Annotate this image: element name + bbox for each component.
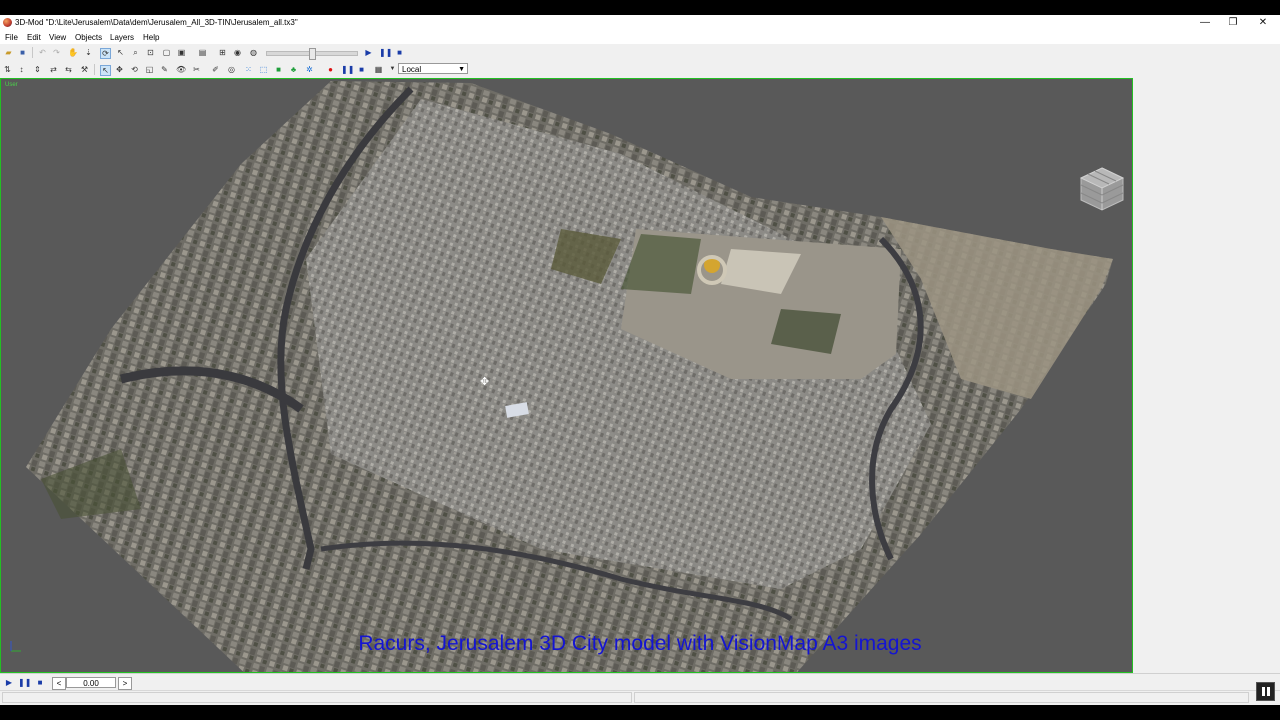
chevron-down-icon[interactable]: ▼ xyxy=(388,65,397,74)
redo-icon[interactable]: ↷ xyxy=(52,48,61,57)
coordinate-system-value: Local xyxy=(402,65,422,74)
move-icon[interactable]: ✥ xyxy=(115,65,124,74)
play-icon[interactable]: ▶ xyxy=(3,677,15,688)
status-field xyxy=(2,692,632,703)
window-icon[interactable]: ▤ xyxy=(198,48,207,57)
edit-vertex-icon[interactable]: ✎ xyxy=(160,65,169,74)
move-cursor-icon: ✥ xyxy=(480,376,490,388)
edit-toolbar: ⇅ ↕ ⇕ ⇄ ⇆ ⚒ ↖ ✥ ⟲ ◱ ✎ 👁 ✂ ✐ ◎ ⁙ ⬚ ■ ♣ ✲ … xyxy=(0,61,1280,79)
play-icon[interactable]: ▶ xyxy=(364,48,373,57)
align-icon[interactable]: ⇅ xyxy=(3,65,12,74)
split-icon[interactable]: ⇄ xyxy=(49,65,58,74)
settings-icon[interactable]: ✲ xyxy=(305,65,314,74)
surface-icon[interactable]: ■ xyxy=(274,65,283,74)
undo-icon[interactable]: ↶ xyxy=(38,48,47,57)
scale-icon[interactable]: ◱ xyxy=(145,65,154,74)
title-bar: 3D-Mod "D:\Lite\Jerusalem\Data\dem\Jerus… xyxy=(0,15,1280,31)
video-caption: Racurs, Jerusalem 3D City model with Vis… xyxy=(358,632,922,655)
merge-icon[interactable]: ⇆ xyxy=(64,65,73,74)
slider-thumb[interactable] xyxy=(309,48,316,60)
points-icon[interactable]: ⁙ xyxy=(244,65,253,74)
coord-system-icon[interactable]: ▦ xyxy=(374,65,383,74)
cut-icon[interactable]: ✂ xyxy=(192,65,201,74)
elevate-icon[interactable]: ⇕ xyxy=(33,65,42,74)
restore-button[interactable]: ❐ xyxy=(1224,17,1242,29)
pan-icon[interactable]: ✋ xyxy=(68,48,78,57)
visibility-icon[interactable]: 👁 xyxy=(176,65,186,74)
zoom-icon[interactable]: ⌕ xyxy=(131,48,140,57)
view-cube-icon[interactable] xyxy=(1079,166,1125,212)
dropdown-arrow-icon: ▼ xyxy=(458,66,465,73)
toolbar-separator xyxy=(94,64,95,75)
fit-view-icon[interactable]: ▢ xyxy=(162,48,171,57)
stop-icon[interactable]: ■ xyxy=(395,48,404,57)
main-toolbar: ▰ ■ ↶ ↷ ✋ ⇣ ⟳ ↖ ⌕ ⊡ ▢ ▣ ▤ ⊞ ◉ ◍ ▶ ❚❚ ■ xyxy=(0,44,1280,61)
menu-file[interactable]: File xyxy=(5,33,18,42)
stop-record-icon[interactable]: ■ xyxy=(357,65,366,74)
menu-edit[interactable]: Edit xyxy=(27,33,41,42)
eye-icon[interactable]: ◎ xyxy=(227,65,236,74)
3d-viewport[interactable]: User ✥ xyxy=(0,78,1133,673)
tools-icon[interactable]: ⚒ xyxy=(80,65,89,74)
next-frame-button[interactable]: > xyxy=(118,677,132,690)
menu-view[interactable]: View xyxy=(49,33,66,42)
playback-bar: ▶ ❚❚ ■ < 0.00 > xyxy=(0,673,1280,691)
prev-frame-button[interactable]: < xyxy=(52,677,66,690)
record-icon[interactable]: ● xyxy=(326,65,335,74)
zoom-window-icon[interactable]: ⊡ xyxy=(146,48,155,57)
toolbar-separator xyxy=(32,47,33,58)
save-icon[interactable]: ■ xyxy=(18,48,27,57)
pause-icon[interactable]: ❚❚ xyxy=(18,677,31,688)
minimize-button[interactable]: — xyxy=(1196,17,1214,29)
fly-down-icon[interactable]: ⇣ xyxy=(84,48,93,57)
wireframe-icon[interactable]: ⬚ xyxy=(259,65,268,74)
menu-objects[interactable]: Objects xyxy=(75,33,102,42)
vertical-move-icon[interactable]: ↕ xyxy=(17,65,26,74)
pause-record-icon[interactable]: ❚❚ xyxy=(341,65,354,74)
menu-help[interactable]: Help xyxy=(143,33,159,42)
close-button[interactable]: ✕ xyxy=(1254,17,1272,29)
time-input[interactable]: 0.00 xyxy=(66,677,116,688)
status-field xyxy=(634,692,1249,703)
tree-icon[interactable]: ♣ xyxy=(289,65,298,74)
rotate-icon[interactable]: ⟳ xyxy=(100,48,111,59)
brush-icon[interactable]: ✐ xyxy=(211,65,220,74)
app-icon xyxy=(3,18,12,27)
video-pause-button[interactable] xyxy=(1256,682,1275,701)
copy-view-icon[interactable]: ▣ xyxy=(177,48,186,57)
grid-icon[interactable]: ⊞ xyxy=(218,48,227,57)
render-icon[interactable]: ◉ xyxy=(233,48,242,57)
menu-layers[interactable]: Layers xyxy=(110,33,134,42)
select-icon[interactable]: ↖ xyxy=(100,65,111,76)
menu-bar: File Edit View Objects Layers Help xyxy=(0,31,1280,44)
status-bar xyxy=(0,690,1280,705)
stop-icon[interactable]: ■ xyxy=(34,677,46,688)
rotate-object-icon[interactable]: ⟲ xyxy=(130,65,139,74)
pointer-tool-icon[interactable]: ↖ xyxy=(116,48,125,57)
texture-icon[interactable]: ◍ xyxy=(249,48,258,57)
right-panel xyxy=(1133,78,1280,673)
coordinate-system-select[interactable]: Local ▼ xyxy=(398,63,468,74)
city-model xyxy=(26,81,1113,672)
window-title: 3D-Mod "D:\Lite\Jerusalem\Data\dem\Jerus… xyxy=(15,18,298,27)
animation-slider[interactable] xyxy=(266,48,358,60)
pause-icon[interactable]: ❚❚ xyxy=(379,48,392,57)
open-icon[interactable]: ▰ xyxy=(4,48,13,57)
